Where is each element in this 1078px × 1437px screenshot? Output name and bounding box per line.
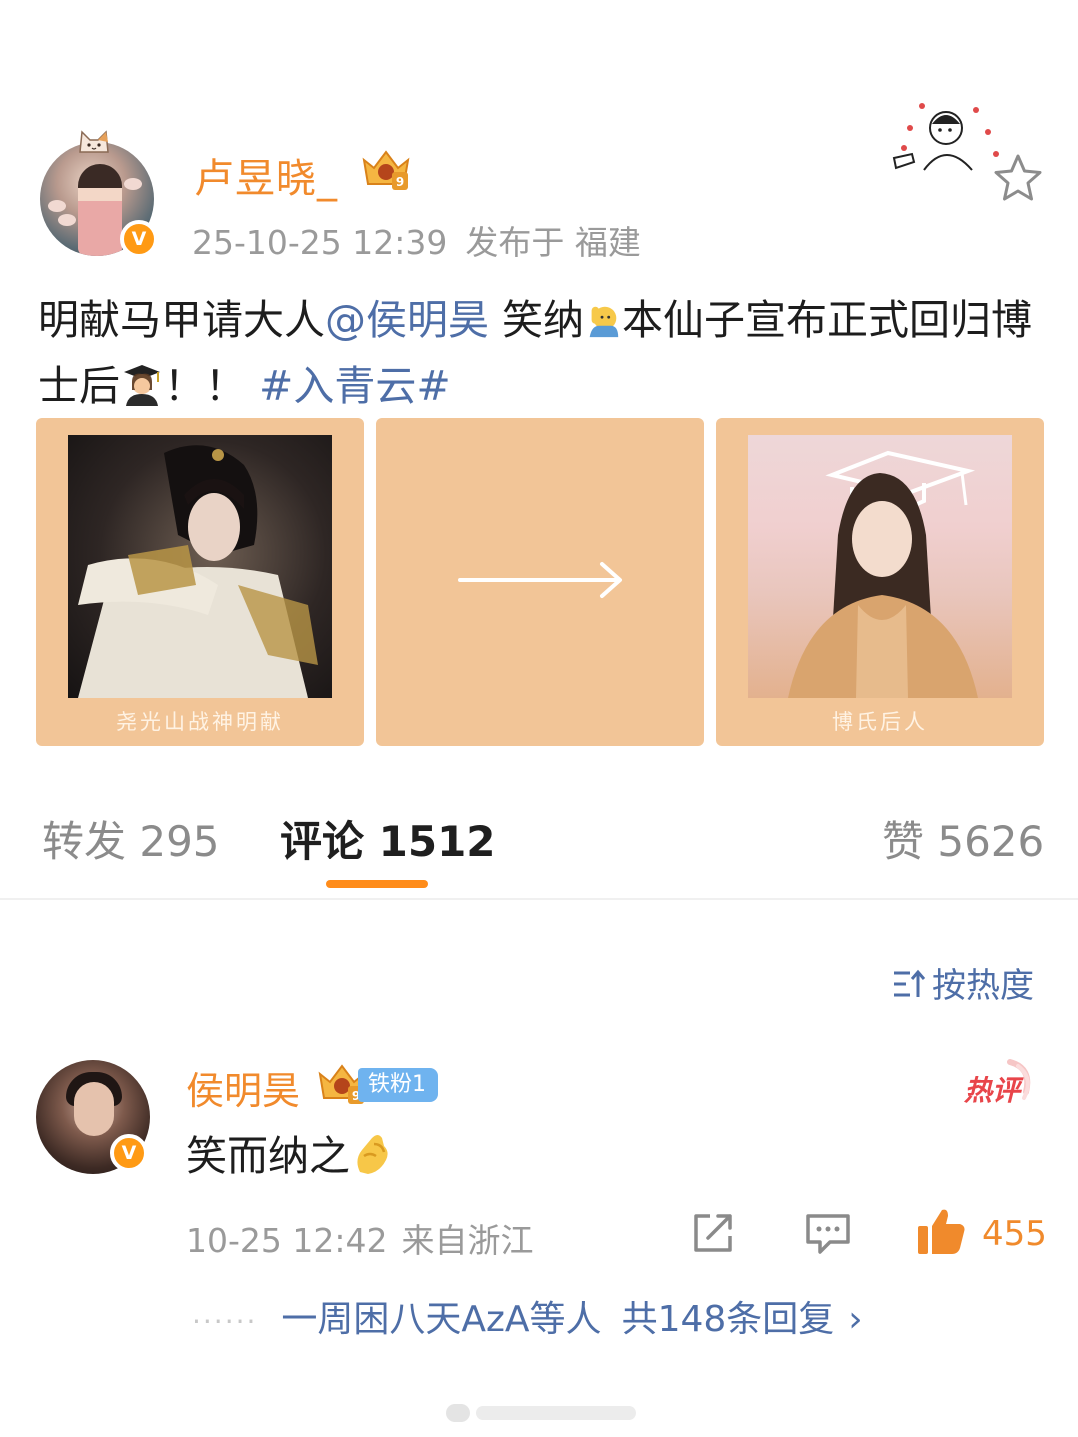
- comment-item: V 侯明昊 9 铁粉1 热评 笑而纳之 10-25 12:42 来自浙江 455…: [36, 1058, 1047, 1358]
- post-location: 发布于 福建: [465, 223, 641, 262]
- active-tab-indicator: [326, 880, 428, 888]
- crown-level: 9: [396, 175, 404, 189]
- chevron-right-icon: ›: [848, 1299, 863, 1340]
- reply-dots: ······: [192, 1305, 258, 1338]
- pinch-hand-emoji-icon: [350, 1130, 394, 1186]
- favorite-star-icon[interactable]: [990, 152, 1046, 204]
- verified-badge-icon: V: [110, 1134, 148, 1172]
- sort-icon: [894, 969, 926, 997]
- post-image-2[interactable]: [376, 418, 704, 746]
- thumbs-up-icon[interactable]: [916, 1206, 966, 1256]
- crown-badge-icon: 9: [358, 146, 414, 194]
- comment-meta: 10-25 12:42 来自浙江: [186, 1214, 533, 1262]
- post-text-part: 笑纳: [489, 296, 585, 344]
- topic-link[interactable]: #入青云#: [259, 362, 451, 410]
- reply-comment-icon[interactable]: [804, 1210, 852, 1256]
- watermark-blur: [446, 1400, 636, 1426]
- post-image-3[interactable]: 博氏后人: [716, 418, 1044, 746]
- author-avatar[interactable]: V: [38, 128, 158, 258]
- portrait-graduate-image: [748, 435, 1012, 698]
- view-replies-link[interactable]: ······ 一周困八天AzA等人 共148条回复 ›: [192, 1290, 863, 1342]
- verified-badge-icon: V: [120, 220, 158, 258]
- comment-text: 笑而纳之: [186, 1122, 394, 1186]
- post-text-part: ！！: [164, 362, 246, 410]
- commenter-username[interactable]: 侯明昊: [186, 1060, 300, 1115]
- tab-likes[interactable]: 赞 5626: [882, 808, 1044, 869]
- tab-repost[interactable]: 转发 295: [42, 808, 220, 869]
- fan-level-badge: 铁粉1: [358, 1068, 438, 1102]
- cat-ears-pendant-icon: [76, 128, 112, 154]
- post-meta: 25-10-25 12:39 发布于 福建: [192, 216, 641, 264]
- arrow-right-icon: [458, 562, 622, 598]
- comment-body: 笑而纳之: [186, 1132, 350, 1180]
- post-image-1[interactable]: 尧光山战神明献: [36, 418, 364, 746]
- decoration-sticker-icon: [884, 98, 1004, 178]
- post-stats-bar: 转发 295 评论 1512 赞 5626: [0, 800, 1078, 900]
- post-timestamp: 25-10-25 12:39: [192, 223, 448, 262]
- reply-users: 一周困八天AzA等人: [281, 1299, 602, 1340]
- hot-badge-text: 热评: [963, 1074, 1024, 1107]
- image-caption-3: 博氏后人: [832, 710, 928, 734]
- author-username[interactable]: 卢昱晓_: [194, 146, 338, 204]
- graduate-emoji-icon: [120, 362, 164, 422]
- post-text-part: 明献马甲请大人: [38, 296, 325, 344]
- comment-like-count: 455: [982, 1214, 1047, 1254]
- portrait-warrior-image: [68, 435, 332, 698]
- mention-link[interactable]: @侯明昊: [325, 296, 489, 344]
- salute-emoji-icon: [584, 296, 622, 356]
- image-caption-1: 尧光山战神明献: [116, 710, 284, 734]
- comment-timestamp: 10-25 12:42: [186, 1221, 388, 1260]
- sort-by-hot-button[interactable]: 按热度: [892, 958, 1034, 1007]
- sort-label: 按热度: [932, 966, 1034, 1006]
- reply-count: 共148条回复: [621, 1299, 835, 1340]
- tab-comments[interactable]: 评论 1512: [280, 808, 496, 869]
- hot-comment-badge: 热评: [960, 1058, 1036, 1110]
- image-grid: 尧光山战神明献 博氏后人: [36, 418, 1046, 746]
- share-icon[interactable]: [690, 1210, 738, 1256]
- comment-location: 来自浙江: [401, 1221, 534, 1260]
- post-content: 明献马甲请大人@侯明昊 笑纳 本仙子宣布正式回归博士后！！ #入青云#: [38, 290, 1048, 422]
